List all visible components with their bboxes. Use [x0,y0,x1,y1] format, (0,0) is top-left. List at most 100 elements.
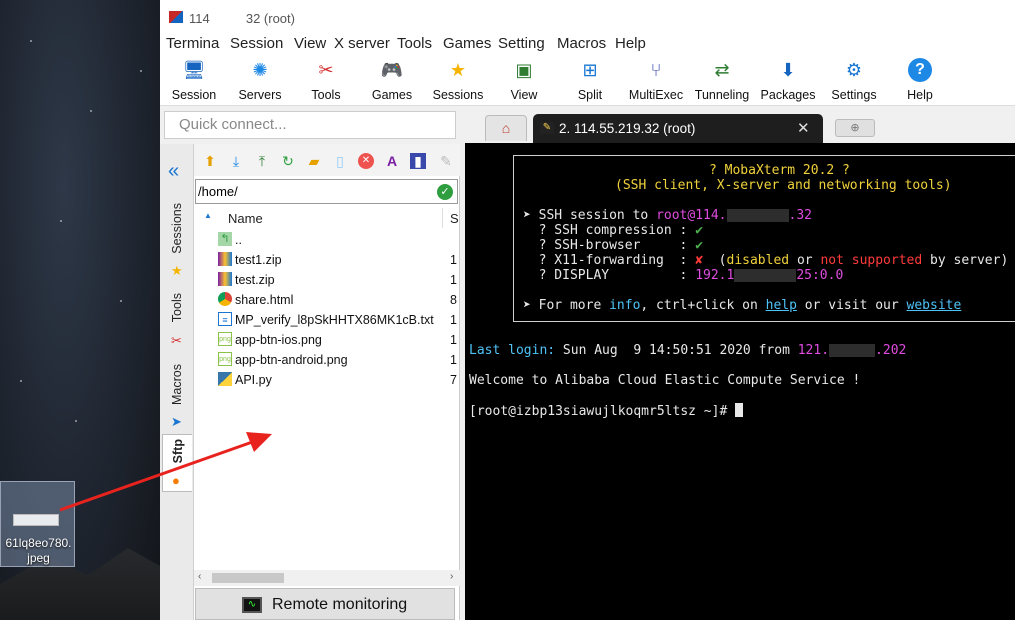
close-icon[interactable]: ✕ [797,119,810,137]
new-file-icon[interactable]: ▯ [332,153,348,169]
delete-icon[interactable]: ✕ [358,153,374,169]
tools-button[interactable]: ✂ Tools [293,58,359,102]
packages-button[interactable]: ⬇ Packages [755,58,821,102]
permissions-icon[interactable]: ▮ [410,153,426,169]
star [30,40,32,42]
collapse-panel-icon[interactable]: « [168,160,179,183]
menu-games[interactable]: Games [443,35,495,52]
refresh-icon[interactable]: ↻ [280,153,296,169]
website-link[interactable]: website [907,298,962,313]
file-row[interactable]: png app-btn-ios.png 1 [194,330,460,350]
settings-button[interactable]: ⚙ Settings [821,58,887,102]
folder-up-icon: ↰ [218,232,232,246]
session-button[interactable]: 🖥 Session [161,58,227,102]
tab-sftp[interactable]: Sftp ● [162,434,192,492]
scrollbar-thumb[interactable] [212,573,284,583]
menu-x-server[interactable]: X server [334,35,393,52]
menu-view[interactable]: View [294,35,334,52]
python-file-icon [218,372,232,386]
new-tab-button[interactable]: ⊕ [835,119,875,137]
text-cursor [735,403,744,417]
compression-label: ? SSH compression : [523,223,696,238]
last-login-label: Last login: [469,343,556,358]
download-icon[interactable]: ⤓ [228,153,244,169]
menu-terminal[interactable]: Termina [166,35,228,52]
file-size: 7 [450,373,457,387]
column-name[interactable]: Name [228,211,263,226]
new-folder-icon[interactable]: ▰ [306,153,322,169]
servers-button[interactable]: ✺ Servers [227,58,293,102]
file-row[interactable]: API.py 7 [194,370,460,390]
multiexec-icon: ⑂ [650,60,662,80]
scroll-left-icon[interactable]: ‹ [198,571,201,582]
file-name: MP_verify_l8pSkHHTX86MK1cB.txt [235,313,434,327]
sessions-button[interactable]: ★ Sessions [425,58,491,102]
side-tabs: « Sessions ★ Tools ✂ Macros ➤ Sftp ● [160,144,194,620]
title-bar[interactable]: 114 32 (root) [160,0,1015,36]
multiexec-button[interactable]: ⑂ MultiExec [623,58,689,102]
file-row[interactable]: test.zip 1 [194,270,460,290]
help-link[interactable]: help [766,298,797,313]
x11-by-server: by server) [922,253,1009,268]
menu-sessions[interactable]: Session [230,35,289,52]
help-button[interactable]: ? Help [887,58,953,102]
file-row[interactable]: test1.zip 1 [194,250,460,270]
tab-sessions[interactable]: Sessions ★ [162,199,192,285]
edit-icon[interactable]: ✎ [438,153,454,169]
tunneling-button[interactable]: ⇄ Tunneling [689,58,755,102]
file-row[interactable]: ≡ MP_verify_l8pSkHHTX86MK1cB.txt 1 [194,310,460,330]
ssh-session-line: ➤ SSH session to root@114. .32 [523,208,812,223]
folder-up-icon[interactable]: ⬆ [202,153,218,169]
menu-help[interactable]: Help [615,35,655,52]
shell-prompt-line[interactable]: [root@izbp13siawujlkoqmr5ltsz ~]# [469,403,744,419]
main-toolbar: 🖥 Session ✺ Servers ✂ Tools 🎮 Games ★ Se… [160,54,1015,106]
file-row[interactable]: png app-btn-android.png 1 [194,350,460,370]
menu-macros[interactable]: Macros [557,35,611,52]
menu-bar: Termina Session View X server Tools Game… [160,34,1015,54]
file-name: app-btn-ios.png [235,333,322,347]
session-tab[interactable]: ✎ 2. 114.55.219.32 (root) ✕ [533,114,823,143]
file-name: .. [235,233,242,247]
tab-macros[interactable]: Macros ➤ [162,356,192,434]
banner-title: ? MobaXterm 20.2 ? [709,163,850,178]
rename-icon[interactable]: A [384,153,400,169]
scroll-right-icon[interactable]: › [450,571,453,582]
menu-tools[interactable]: Tools [397,35,441,52]
more-text: or visit our [796,298,907,313]
info-link[interactable]: info [609,298,640,313]
shell-prompt: [root@izbp13siawujlkoqmr5ltsz ~]# [469,404,736,419]
monitoring-icon: ∿ [242,597,262,613]
games-button[interactable]: 🎮 Games [359,58,425,102]
upload-icon[interactable]: ⤒ [254,153,270,169]
quick-connect-input[interactable]: Quick connect... [164,111,456,139]
star [20,380,22,382]
games-button-label: Games [371,88,413,102]
confirm-path-icon[interactable]: ✓ [437,184,453,200]
tab-tools[interactable]: Tools ✂ [162,289,192,351]
star [90,110,92,112]
desktop-file-icon[interactable]: 61lq8eo780. jpeg [0,481,75,567]
tools-icon: ✂ [171,333,182,348]
split-button[interactable]: ⊞ Split [557,58,623,102]
sftp-path-field[interactable]: /home/ ✓ [195,179,458,204]
remote-monitoring-label: Remote monitoring [272,596,408,613]
check-icon: ✔ [695,223,704,238]
terminal-output[interactable]: ? MobaXterm 20.2 ? (SSH client, X-server… [465,143,1015,620]
file-row-parent[interactable]: ↰ .. [194,230,460,250]
menu-settings[interactable]: Setting [498,35,551,52]
home-tab[interactable]: ⌂ [485,115,527,141]
browser-label: ? SSH-browser : [523,238,696,253]
remote-monitoring-button[interactable]: ∿ Remote monitoring [195,588,455,620]
image-thumbnail-icon [13,514,59,526]
help-icon: ? [908,58,932,82]
sftp-globe-icon: ● [172,473,180,488]
file-row[interactable]: share.html 8 [194,290,460,310]
tab-sftp-label: Sftp [171,439,185,464]
column-size[interactable]: S [450,211,459,226]
tab-macros-label: Macros [170,364,184,405]
desktop-file-label: 61lq8eo780. jpeg [5,536,72,565]
sort-asc-icon[interactable]: ▲ [204,211,212,220]
view-button[interactable]: ▣ View [491,58,557,102]
horizontal-scrollbar[interactable]: ‹ › [194,570,460,586]
sftp-toolbar: ⬆ ⤓ ⤒ ↻ ▰ ▯ ✕ A ▮ ✎ [194,144,460,176]
